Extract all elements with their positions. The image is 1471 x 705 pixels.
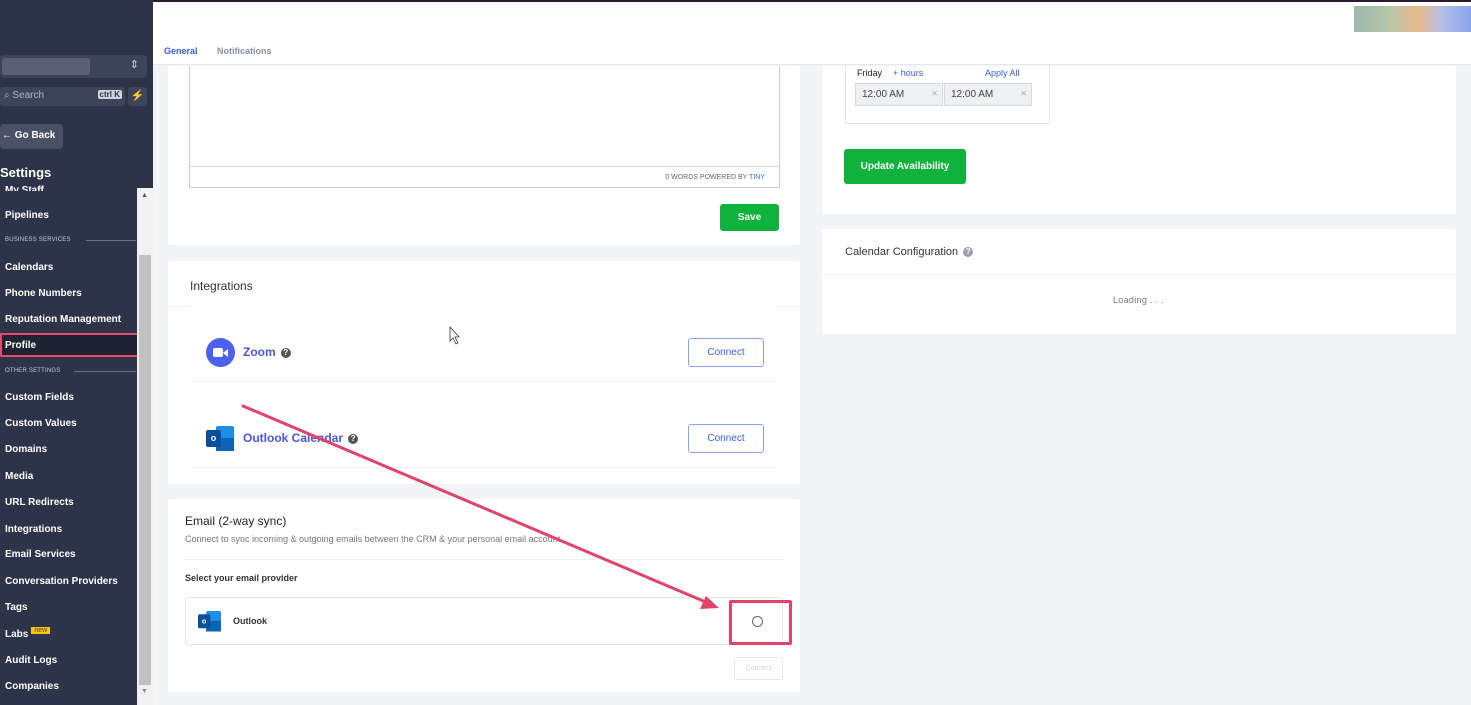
- help-icon[interactable]: ?: [280, 348, 291, 358]
- apply-all-link[interactable]: Apply All: [985, 68, 1020, 78]
- sidebar-item-pipelines[interactable]: Pipelines: [5, 210, 49, 221]
- user-avatar-blurred[interactable]: [1354, 6, 1471, 32]
- sidebar-item-custom-values[interactable]: Custom Values: [5, 418, 77, 429]
- sidebar-item-phone-numbers[interactable]: Phone Numbers: [5, 288, 82, 299]
- sidebar-item-profile[interactable]: Profile: [5, 340, 36, 351]
- integration-row-outlook: o Outlook Calendar? Connect: [191, 392, 776, 468]
- tab-bar: General Notifications: [153, 2, 1471, 65]
- email-provider-label: Select your email provider: [185, 573, 298, 583]
- section-divider: [86, 240, 136, 241]
- tiny-link[interactable]: TINY: [749, 174, 765, 181]
- sidebar: ⇕ ⌕ Search ctrl K ⚡ ← Go Back Settings M…: [0, 0, 153, 705]
- outlook-icon: o: [198, 611, 221, 632]
- editor-status-bar: 0 WORDS POWERED BY TINY: [190, 166, 779, 187]
- provider-option-outlook[interactable]: o Outlook: [185, 597, 783, 645]
- settings-title: Settings: [0, 165, 52, 180]
- clear-icon[interactable]: ✕: [931, 89, 938, 98]
- email-connect-button[interactable]: Connect: [734, 657, 783, 680]
- help-icon[interactable]: ?: [348, 434, 359, 444]
- section-other-settings: OTHER SETTINGS: [5, 368, 61, 374]
- end-time-field[interactable]: 12:00 AM ✕: [944, 83, 1032, 106]
- calendar-config-card: [822, 229, 1456, 334]
- outlook-connect-button[interactable]: Connect: [688, 424, 764, 453]
- labs-label: Labs: [5, 629, 29, 640]
- update-availability-button[interactable]: Update Availability: [844, 149, 966, 184]
- email-sync-title: Email (2-way sync): [185, 514, 287, 528]
- calendar-config-title: Calendar Configuration?: [845, 246, 974, 258]
- account-switcher[interactable]: ⇕: [0, 55, 147, 78]
- radio-highlight-box: [729, 600, 792, 645]
- tab-general[interactable]: General: [164, 46, 198, 56]
- sidebar-item-domains[interactable]: Domains: [5, 444, 47, 455]
- sidebar-item-tags[interactable]: Tags: [5, 602, 28, 613]
- sidebar-item-audit-logs[interactable]: Audit Logs: [5, 655, 57, 666]
- email-sync-subtitle: Connect to sync incoming & outgoing emai…: [185, 534, 561, 544]
- word-count: 0 WORDS POWERED BY: [665, 174, 750, 181]
- sidebar-item-companies[interactable]: Companies: [5, 681, 59, 692]
- sidebar-item-custom-fields[interactable]: Custom Fields: [5, 392, 74, 403]
- rich-text-editor[interactable]: 0 WORDS POWERED BY TINY: [189, 66, 780, 188]
- start-time-value: 12:00 AM: [862, 89, 905, 100]
- sidebar-scrollbar-thumb[interactable]: [139, 255, 151, 685]
- add-hours-link[interactable]: + hours: [893, 68, 923, 78]
- outlook-calendar-label: Outlook Calendar?: [243, 431, 359, 445]
- help-icon[interactable]: ?: [963, 247, 974, 257]
- clear-icon[interactable]: ✕: [1020, 89, 1027, 98]
- loading-text: Loading . . .: [1113, 295, 1164, 305]
- zoom-icon: [206, 338, 235, 367]
- go-back-button[interactable]: ← Go Back: [0, 124, 63, 149]
- start-time-field[interactable]: 12:00 AM ✕: [855, 83, 943, 106]
- search-icon: ⌕: [4, 90, 10, 101]
- sidebar-item-labs[interactable]: Labs new: [5, 627, 51, 640]
- lightning-icon: ⚡: [130, 90, 145, 102]
- integrations-title: Integrations: [190, 279, 253, 293]
- outlook-icon: o: [206, 426, 234, 451]
- quick-actions-button[interactable]: ⚡: [128, 87, 147, 106]
- card-divider: [185, 559, 783, 560]
- section-divider: [74, 371, 136, 372]
- search-input[interactable]: ⌕ Search ctrl K: [0, 87, 125, 106]
- search-shortcut: ctrl K: [97, 90, 122, 99]
- sidebar-item-conversation-providers[interactable]: Conversation Providers: [5, 576, 118, 587]
- sidebar-item-email-services[interactable]: Email Services: [5, 549, 76, 560]
- integration-row-zoom: Zoom? Connect: [191, 306, 776, 382]
- save-button[interactable]: Save: [720, 204, 779, 231]
- card-divider: [822, 274, 1456, 275]
- account-name-blurred: [2, 58, 90, 75]
- scroll-up-arrow-icon[interactable]: ▲: [141, 192, 148, 199]
- end-time-value: 12:00 AM: [951, 89, 994, 100]
- search-placeholder: Search: [12, 90, 45, 101]
- sidebar-item-media[interactable]: Media: [5, 471, 33, 482]
- sidebar-item-calendars[interactable]: Calendars: [5, 262, 53, 273]
- zoom-connect-button[interactable]: Connect: [688, 338, 764, 367]
- updown-caret-icon: ⇕: [129, 59, 139, 71]
- day-label: Friday: [857, 68, 883, 78]
- tab-notifications[interactable]: Notifications: [217, 46, 272, 56]
- provider-name: Outlook: [233, 616, 267, 626]
- sidebar-item-my-staff[interactable]: My Staff: [5, 181, 44, 191]
- zoom-label: Zoom?: [243, 345, 291, 359]
- section-business-services: BUSINESS SERVICES: [5, 237, 71, 243]
- new-badge: new: [31, 627, 51, 634]
- sidebar-item-integrations[interactable]: Integrations: [5, 524, 62, 535]
- sidebar-item-url-redirects[interactable]: URL Redirects: [5, 497, 74, 508]
- scroll-down-arrow-icon[interactable]: ▼: [141, 688, 148, 695]
- sidebar-item-reputation-management[interactable]: Reputation Management: [5, 314, 121, 325]
